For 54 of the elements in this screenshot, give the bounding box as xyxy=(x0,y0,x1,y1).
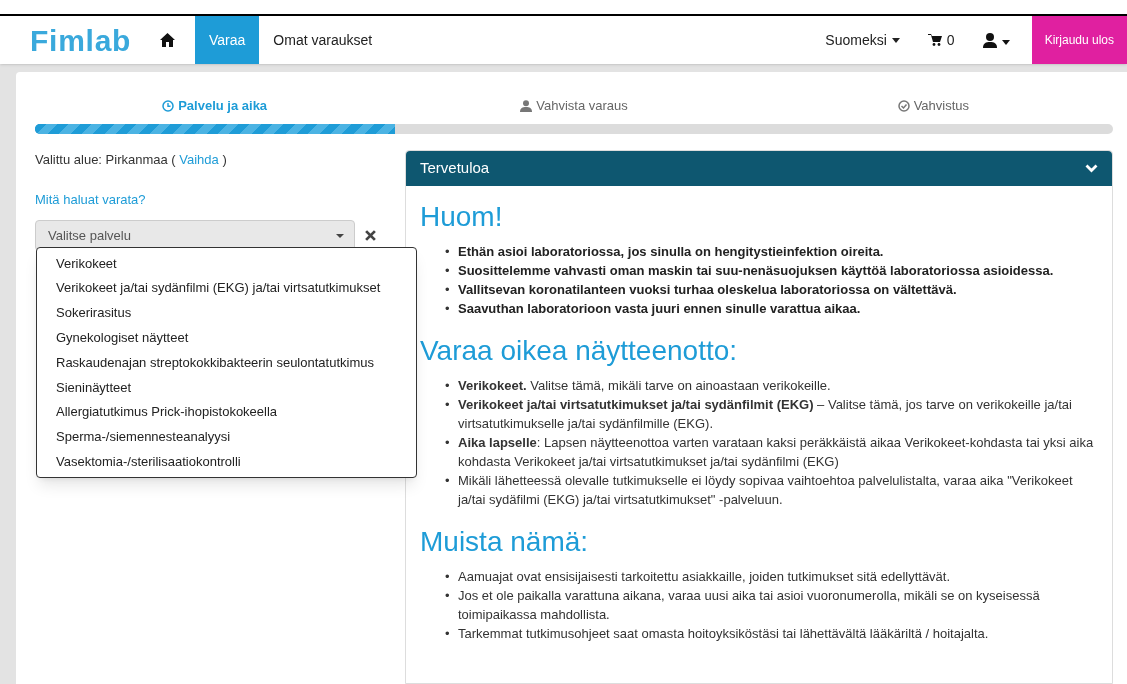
dropdown-option[interactable]: Sokerirasitus xyxy=(37,300,416,326)
caret-icon xyxy=(891,37,900,43)
bullet: • xyxy=(445,262,451,280)
bullet: • xyxy=(445,434,451,452)
dropdown-option[interactable]: Verikokeet xyxy=(37,251,416,276)
dropdown-option[interactable]: Sieninäytteet xyxy=(37,375,416,400)
list-item: Aamuajat ovat ensisijaisesti tarkoitettu asiakkaille, joiden tutkimukset sitä edellyttävät. xyxy=(458,568,951,586)
step-tab[interactable]: Vahvistus xyxy=(897,96,970,116)
logout-button[interactable]: Kirjaudu ulos xyxy=(1031,16,1127,64)
clear-icon[interactable] xyxy=(365,230,376,241)
dropdown-option[interactable]: Allergiatutkimus Prick-ihopistokokeella xyxy=(37,399,416,425)
list-item: Tarkemmat tutkimusohjeet saat omasta hoitoyksiköstäsi tai lähettävältä lääkäriltä / hoitajalta. xyxy=(458,625,989,643)
home-icon[interactable] xyxy=(160,33,175,47)
list-item: Vallitsevan koronatilanteen vuoksi turhaa oleskelua laboratoriossa on vältettävä. xyxy=(458,281,957,299)
list-item: Saavuthan laboratorioon vasta juuri ennen sinulle varattua aikaa. xyxy=(458,300,861,318)
nav-tab[interactable]: Omat varaukset xyxy=(259,16,387,64)
language-menu[interactable]: Suomeksi xyxy=(811,16,914,64)
dropdown-option[interactable]: Sperma-/siemennesteanalyysi xyxy=(37,424,416,450)
bullet: • xyxy=(445,281,451,299)
list-item: Verikokeet ja/tai virtsatutkimukset ja/tai sydänfilmit (EKG) – Valitse tämä, jos tarve on verikokeille ja/tai virtsatutkimukselle ja/tai sydänfilmille (EKG). xyxy=(458,396,1073,433)
dropdown-option[interactable]: Raskaudenajan streptokokkibakteerin seulontatutkimus xyxy=(37,350,416,375)
bullet: • xyxy=(445,625,451,643)
user-menu-icon[interactable] xyxy=(982,32,1010,48)
logo: Fimlab xyxy=(30,22,132,59)
dropdown-option[interactable]: Gynekologiset näytteet xyxy=(37,325,416,351)
chevron-down-icon[interactable] xyxy=(1085,164,1098,173)
step-tab[interactable]: Vahvista varaus xyxy=(520,96,628,116)
list-item: Ethän asioi laboratoriossa, jos sinulla on hengitystieinfektion oireita. xyxy=(458,243,884,261)
section-heading: Huom! xyxy=(420,200,504,234)
bullet: • xyxy=(445,472,451,490)
check-circle-icon xyxy=(897,99,910,112)
bullet: • xyxy=(445,300,451,318)
user-icon xyxy=(520,99,533,112)
bullet: • xyxy=(445,568,451,586)
list-item: Suosittelemme vahvasti oman maskin tai suu-nenäsuojuksen käyttöä laboratoriossa asioidessa. xyxy=(458,262,1054,280)
dropdown-option[interactable]: Vasektomia-/sterilisaatiokontrolli xyxy=(37,449,416,475)
section-heading: Muista nämä: xyxy=(420,525,590,559)
panel-title: Tervetuloa xyxy=(420,158,490,179)
bullet: • xyxy=(445,587,451,605)
cart-link[interactable]: 0 xyxy=(913,16,969,64)
dropdown-option[interactable]: Verikokeet ja/tai sydänfilmi (EKG) ja/tai virtsatutkimukset xyxy=(37,275,416,301)
caret-icon xyxy=(336,233,344,238)
bullet: • xyxy=(445,396,451,414)
bullet: • xyxy=(445,243,451,261)
question-label: Mitä haluat varata? xyxy=(35,190,147,209)
bullet: • xyxy=(445,377,451,395)
list-item: Aika lapselle: Lapsen näytteenottoa varten varataan kaksi peräkkäistä aikaa Verikokeet-kohdasta tai yksi aika kohdasta Verikokeet ja/tai virtsatutkimukset ja/tai sydänfilmi (EKG) xyxy=(458,434,1095,471)
section-heading: Varaa oikea näytteenotto: xyxy=(420,334,739,368)
list-item: Mikäli lähetteessä olevalle tutkimukselle ei löydy sopivaa vaihtoehtoa palvelulistalta, varaa aika "Verikokeet ja/tai sydäfilmi (EKG) ja/tai virtsatutkimukset" -palveluun. xyxy=(458,472,1074,509)
list-item: Verikokeet. Valitse tämä, mikäli tarve on ainoastaan verikokeille. xyxy=(458,377,831,395)
clock-icon xyxy=(162,99,175,112)
selected-region-text: Valittu alue: Pirkanmaa ( Vaihda ) xyxy=(35,151,228,169)
list-item: Jos et ole paikalla varattuna aikana, varaa uusi aika tai asioi vuoronumerolla, mikäli se on kyseisessä toimipaikassa mahdollista. xyxy=(458,587,1041,624)
cart-icon xyxy=(927,34,942,46)
